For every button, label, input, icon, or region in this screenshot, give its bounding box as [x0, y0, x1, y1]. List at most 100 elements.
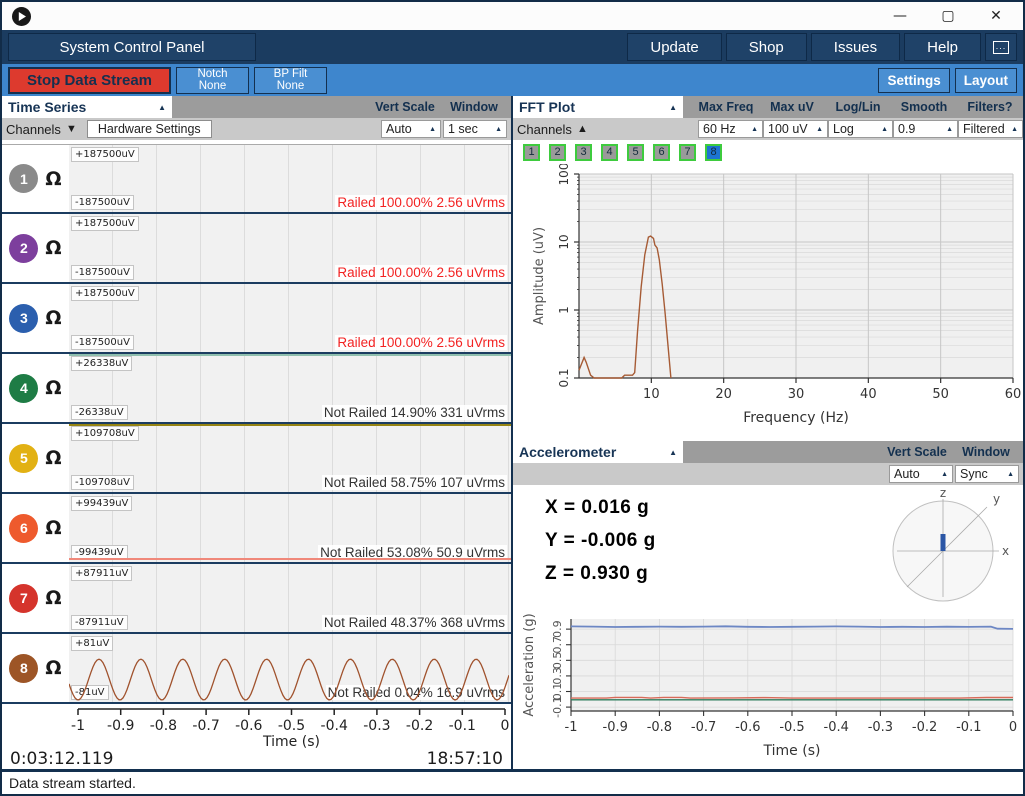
svg-text:-0.9: -0.9 [107, 718, 134, 734]
fft-channel-5-button[interactable]: 5 [627, 143, 644, 161]
channel-label-area: 4 Ω [2, 354, 69, 422]
accel-window-dropdown[interactable]: Sync ▲ [955, 465, 1019, 483]
max-freq-dropdown[interactable]: 60 Hz ▲ [698, 120, 763, 138]
update-button[interactable]: Update [627, 33, 722, 61]
minimize-button[interactable]: — [891, 8, 909, 24]
impedance-button[interactable]: Ω [45, 447, 61, 469]
fft-channel-1-button[interactable]: 1 [523, 143, 540, 161]
fft-channel-2-button[interactable]: 2 [549, 143, 566, 161]
fft-channels-button[interactable]: Channels ▲ [517, 122, 588, 137]
channel-toggle-button[interactable]: 5 [9, 443, 39, 473]
channel-vmin-label: -187500uV [71, 195, 134, 210]
svg-text:0.1: 0.1 [557, 368, 571, 387]
filters-label: Filters? [967, 100, 1013, 114]
impedance-button[interactable]: Ω [45, 377, 61, 399]
maximize-button[interactable]: ▢ [939, 8, 957, 24]
channel-plot: +187500uV -187500uV Railed 100.00% 2.56 … [69, 284, 511, 352]
notch-filter-button[interactable]: Notch None [176, 66, 249, 94]
svg-text:10: 10 [557, 234, 571, 249]
channel-toggle-button[interactable]: 6 [9, 513, 39, 543]
channel-toggle-button[interactable]: 7 [9, 583, 39, 613]
channel-toggle-button[interactable]: 2 [9, 233, 39, 263]
svg-text:Time (s): Time (s) [763, 743, 821, 759]
fft-channel-7-button[interactable]: 7 [679, 143, 696, 161]
channel-plot: +26338uV -26338uV Not Railed 14.90% 331 … [69, 354, 511, 422]
impedance-button[interactable]: Ω [45, 237, 61, 259]
time-series-widget: Time Series ▲ Vert Scale Window Channels… [2, 96, 513, 769]
filters-dropdown[interactable]: Filtered ▲ [958, 120, 1023, 138]
fft-channel-4-button[interactable]: 4 [601, 143, 618, 161]
settings-button[interactable]: Settings [878, 67, 950, 93]
stop-data-stream-button[interactable]: Stop Data Stream [8, 66, 171, 94]
impedance-button[interactable]: Ω [45, 168, 61, 190]
layout-button[interactable]: Layout [954, 67, 1017, 93]
window-label: Window [450, 100, 498, 114]
log-lin-dropdown[interactable]: Log ▲ [828, 120, 893, 138]
channel-vmin-label: -109708uV [71, 475, 134, 490]
channel-toggle-button[interactable]: 4 [9, 373, 39, 403]
impedance-button[interactable]: Ω [45, 657, 61, 679]
channel-plot: +81uV -81uV Not Railed 0.04% 16.9 uVrms [69, 634, 511, 702]
fft-channel-3-button[interactable]: 3 [575, 143, 592, 161]
fft-channel-6-button[interactable]: 6 [653, 143, 670, 161]
fft-channel-8-button[interactable]: 8 [705, 143, 722, 161]
window-dropdown[interactable]: 1 sec ▲ [443, 120, 507, 138]
smooth-dropdown[interactable]: 0.9 ▲ [893, 120, 958, 138]
system-control-panel-button[interactable]: System Control Panel [8, 33, 256, 61]
vert-scale-dropdown[interactable]: Auto ▲ [381, 120, 441, 138]
svg-text:-0.2: -0.2 [912, 720, 937, 735]
accel-vert-scale-dropdown[interactable]: Auto ▲ [889, 465, 953, 483]
impedance-button[interactable]: Ω [45, 307, 61, 329]
issues-button[interactable]: Issues [810, 33, 901, 61]
bandpass-value: None [276, 80, 305, 92]
channel-toggle-button[interactable]: 3 [9, 303, 39, 333]
channel-vmax-label: +187500uV [71, 147, 139, 162]
rail-status-text: Railed 100.00% 2.56 uVrms [335, 335, 507, 350]
accelerometer-widget-dropdown[interactable]: Accelerometer ▲ [513, 441, 683, 463]
channel-plot: +87911uV -87911uV Not Railed 48.37% 368 … [69, 564, 511, 632]
svg-text:-0.6: -0.6 [235, 718, 262, 734]
channel-signal-trace [69, 424, 511, 426]
time-axis: -1 -0.9 -0.8 -0.7 -0.6 -0.5 -0.4 -0.3 -0.2 -0.1 0 T… [2, 704, 511, 750]
bandpass-label: BP Filt [273, 68, 308, 80]
accel-values: X = 0.016 g Y = -0.006 g Z = 0.930 g [545, 497, 656, 585]
console-window-icon[interactable]: ... [985, 33, 1017, 61]
channels-button[interactable]: Channels ▼ [6, 122, 77, 137]
impedance-button[interactable]: Ω [45, 587, 61, 609]
channels-button-label: Channels [517, 121, 572, 137]
svg-text:-0.1: -0.1 [956, 720, 981, 735]
svg-text:-0.3: -0.3 [868, 720, 893, 735]
svg-text:Time (s): Time (s) [262, 734, 320, 748]
widget-title: Time Series [8, 99, 87, 115]
channel-toggle-button[interactable]: 8 [9, 653, 39, 683]
accelerometer-widget: Accelerometer ▲ Vert Scale Window Auto ▲ … [513, 441, 1023, 769]
channel-row: 8 Ω +81uV -81uV Not Railed 0.04% 16.9 uV… [2, 634, 511, 704]
fft-widget-dropdown[interactable]: FFT Plot ▲ [513, 96, 683, 118]
svg-text:-0.9: -0.9 [603, 720, 628, 735]
bandpass-filter-button[interactable]: BP Filt None [254, 66, 327, 94]
chevron-up-icon: ▲ [669, 102, 677, 112]
hardware-settings-button[interactable]: Hardware Settings [86, 120, 212, 138]
channel-toggle-button[interactable]: 1 [9, 164, 39, 193]
fft-channel-buttons: 12345678 [513, 140, 1023, 164]
channel-rows: 1 Ω +187500uV -187500uV Railed 100.00% 2… [2, 144, 511, 704]
impedance-button[interactable]: Ω [45, 517, 61, 539]
channels-button-label: Channels [6, 121, 61, 137]
accel-x-value: X = 0.016 g [545, 497, 650, 518]
channel-row: 6 Ω +99439uV -99439uV Not Railed 53.08% … [2, 494, 511, 564]
accel-z-value: Z = 0.930 g [545, 563, 649, 584]
svg-text:-0.4: -0.4 [824, 720, 849, 735]
time-series-widget-dropdown[interactable]: Time Series ▲ [2, 96, 172, 118]
main-area: Time Series ▲ Vert Scale Window Channels… [2, 96, 1023, 769]
shop-button[interactable]: Shop [725, 33, 807, 61]
window-label: Window [962, 445, 1010, 459]
help-button[interactable]: Help [904, 33, 981, 61]
elapsed-time: 0:03:12.119 [10, 748, 114, 769]
close-button[interactable]: ✕ [987, 8, 1005, 24]
svg-text:-1: -1 [71, 718, 85, 734]
svg-text:0.9: 0.9 [551, 620, 564, 638]
svg-text:y: y [993, 492, 1000, 506]
svg-text:40: 40 [860, 387, 877, 402]
max-uv-dropdown[interactable]: 100 uV ▲ [763, 120, 828, 138]
stream-toolbar: Stop Data Stream Notch None BP Filt None… [2, 64, 1023, 96]
